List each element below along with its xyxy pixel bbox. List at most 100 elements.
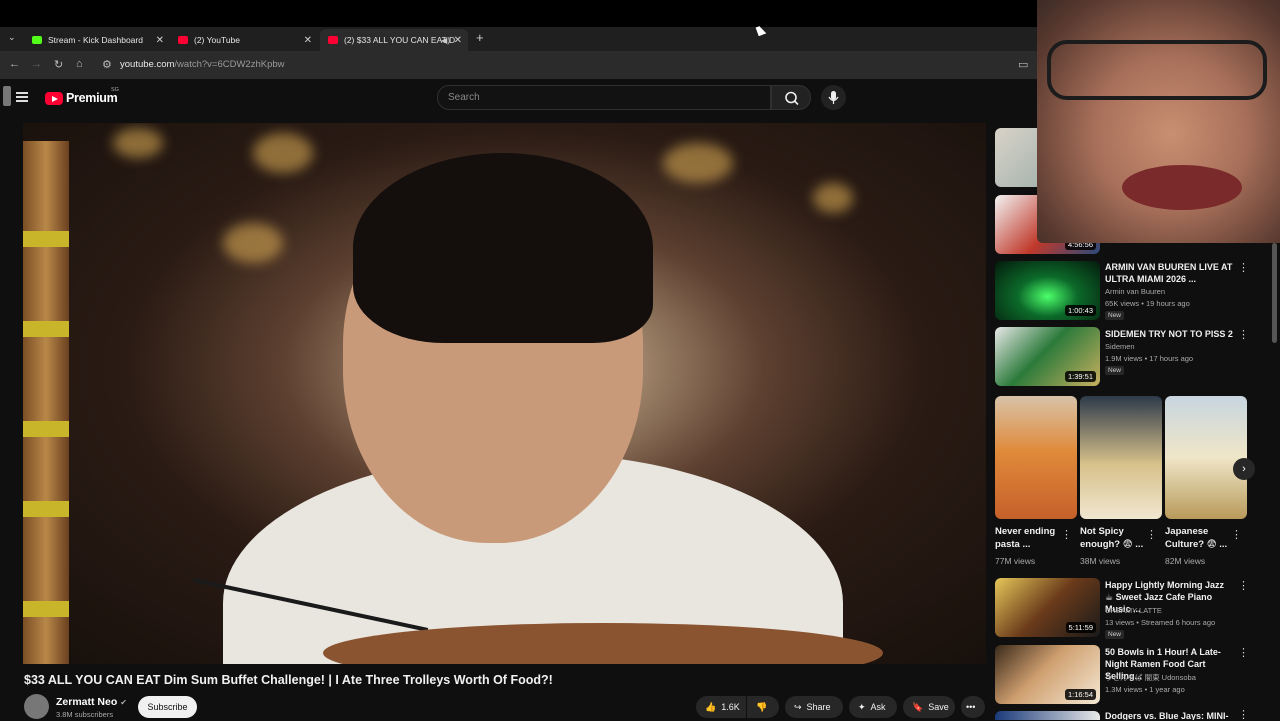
related-thumbnail[interactable]: 1:39:51 xyxy=(995,327,1100,386)
more-vertical-icon[interactable]: ⋮ xyxy=(1146,528,1157,541)
tab-search-chevron-icon[interactable]: ⌄ xyxy=(8,32,16,43)
menu-icon[interactable] xyxy=(16,92,28,102)
home-icon[interactable]: ⌂ xyxy=(76,58,83,70)
more-vertical-icon[interactable]: ⋮ xyxy=(1238,646,1249,659)
bokeh-light xyxy=(223,223,283,263)
thumbs-up-icon: 👍 xyxy=(705,701,717,712)
save-label: Save xyxy=(928,702,949,712)
related-thumbnail[interactable]: 5:11:59 xyxy=(995,578,1100,637)
related-thumbnail[interactable]: 1:16:54 xyxy=(995,645,1100,704)
close-tab-icon[interactable]: ✕ xyxy=(156,35,164,46)
channel-name-text: Zermatt Neo xyxy=(56,696,118,708)
short-thumbnail[interactable] xyxy=(995,396,1077,519)
video-duration: 5:11:59 xyxy=(1065,622,1096,633)
bamboo-steamer xyxy=(23,141,69,664)
more-vertical-icon[interactable]: ⋮ xyxy=(1231,528,1242,541)
tab-youtube-home[interactable]: (2) YouTube ✕ xyxy=(170,29,318,51)
tab-label: Stream - Kick Dashboard xyxy=(48,35,143,45)
related-meta: 1.3M views • 1 year ago xyxy=(1105,685,1185,694)
save-button[interactable]: 🔖 Save xyxy=(903,696,955,718)
more-vertical-icon[interactable]: ⋮ xyxy=(1061,528,1072,541)
more-vertical-icon[interactable]: ⋮ xyxy=(1238,708,1249,721)
like-count: 1.6K xyxy=(721,702,740,712)
youtube-favicon-icon xyxy=(178,36,188,44)
bokeh-light xyxy=(813,183,853,213)
short-title[interactable]: Never ending pasta ... xyxy=(995,525,1057,551)
url-path: /watch?v=6CDW2zhKpbw xyxy=(174,59,285,70)
new-badge: New xyxy=(1105,630,1125,639)
more-vertical-icon[interactable]: ⋮ xyxy=(1238,261,1249,274)
related-title[interactable]: Dodgers vs. Blue Jays: MINI- xyxy=(1105,710,1233,720)
close-tab-icon[interactable]: ✕ xyxy=(454,35,462,46)
bookmark-icon: 🔖 xyxy=(912,701,924,712)
thumbs-down-icon: 👎 xyxy=(756,701,768,712)
dislike-button[interactable]: 👎 xyxy=(747,696,779,718)
bokeh-light xyxy=(113,128,163,158)
related-channel[interactable]: CREAMY LATTE xyxy=(1105,605,1162,616)
install-app-icon[interactable]: ▭ xyxy=(1018,58,1028,71)
kick-favicon-icon xyxy=(32,36,42,44)
tab-label: (2) $33 ALL YOU CAN EAT D xyxy=(344,35,456,45)
short-thumbnail[interactable] xyxy=(1080,396,1162,519)
tab-kick-dashboard[interactable]: Stream - Kick Dashboard ✕ xyxy=(24,29,170,51)
short-views: 38M views xyxy=(1080,556,1121,566)
site-info-icon[interactable]: ⚙ xyxy=(102,58,112,71)
search-input[interactable]: Search xyxy=(437,85,771,110)
chevron-right-icon: › xyxy=(1242,463,1246,475)
new-badge: New xyxy=(1105,311,1125,320)
short-thumbnail[interactable] xyxy=(1165,396,1247,519)
youtube-favicon-icon xyxy=(328,36,338,44)
short-views: 82M views xyxy=(1165,556,1206,566)
country-code: SG xyxy=(111,87,119,93)
youtube-logo-text[interactable]: Premium xyxy=(66,91,118,105)
forward-icon[interactable]: → xyxy=(31,58,42,70)
related-channel[interactable]: Sidemen xyxy=(1105,341,1135,352)
side-panel-handle[interactable] xyxy=(3,86,11,106)
video-title: $33 ALL YOU CAN EAT Dim Sum Buffet Chall… xyxy=(24,673,553,687)
close-tab-icon[interactable]: ✕ xyxy=(304,35,312,46)
related-channel[interactable]: Armin van Buuren xyxy=(1105,286,1165,297)
streamer-glasses xyxy=(1047,40,1267,100)
related-thumbnail[interactable]: 1:00:43 xyxy=(995,261,1100,320)
voice-search-button[interactable] xyxy=(821,85,846,110)
more-horizontal-icon: ••• xyxy=(966,702,976,712)
video-duration: 1:00:43 xyxy=(1064,305,1096,316)
related-meta: 1.9M views • 17 hours ago xyxy=(1105,354,1194,363)
related-title[interactable]: SIDEMEN TRY NOT TO PISS 2 xyxy=(1105,328,1233,340)
bokeh-light xyxy=(663,143,733,183)
related-channel[interactable]: うどんそば 闇東 Udonsoba xyxy=(1105,672,1196,683)
more-vertical-icon[interactable]: ⋮ xyxy=(1238,579,1249,592)
more-actions-button[interactable]: ••• xyxy=(961,696,985,718)
ask-label: Ask xyxy=(870,702,886,712)
video-duration: 1:16:54 xyxy=(1064,689,1096,700)
webcam-overlay xyxy=(1037,0,1280,243)
subscribe-button[interactable]: Subscribe xyxy=(138,696,197,718)
speaker-icon[interactable]: ◀) xyxy=(441,36,450,45)
page-scrollbar[interactable] xyxy=(1272,243,1277,343)
new-tab-button[interactable]: + xyxy=(476,30,484,45)
new-badge: New xyxy=(1105,366,1125,375)
ask-button[interactable]: ✦ Ask xyxy=(849,696,897,718)
related-meta: 65K views • 19 hours ago xyxy=(1105,299,1190,308)
related-title[interactable]: ARMIN VAN BUUREN LIVE AT ULTRA MIAMI 202… xyxy=(1105,261,1233,285)
short-title[interactable]: Not Spicy enough? 😨 ... xyxy=(1080,525,1146,551)
search-button[interactable] xyxy=(771,85,811,110)
share-button[interactable]: ↪ Share xyxy=(785,696,843,718)
video-player[interactable] xyxy=(23,123,986,664)
channel-name[interactable]: Zermatt Neo ✔ xyxy=(56,696,127,708)
url-field[interactable]: youtube.com/watch?v=6CDW2zhKpbw xyxy=(120,59,285,70)
short-title[interactable]: Japanese Culture? 😨 ... xyxy=(1165,525,1231,551)
shorts-next-button[interactable]: › xyxy=(1233,458,1255,480)
tab-current-video[interactable]: (2) $33 ALL YOU CAN EAT D ◀) ✕ xyxy=(320,29,468,51)
back-icon[interactable]: ← xyxy=(9,58,20,70)
url-domain: youtube.com xyxy=(120,59,175,70)
reload-icon[interactable]: ↻ xyxy=(54,58,63,71)
tab-bar: ⌄ Stream - Kick Dashboard ✕ (2) YouTube … xyxy=(0,27,1040,51)
like-button[interactable]: 👍 1.6K xyxy=(696,696,746,718)
person-hair xyxy=(353,153,653,343)
channel-avatar[interactable] xyxy=(24,694,49,719)
youtube-logo-icon[interactable] xyxy=(45,92,63,105)
more-vertical-icon[interactable]: ⋮ xyxy=(1238,328,1249,341)
related-thumbnail[interactable] xyxy=(995,711,1100,720)
tab-label: (2) YouTube xyxy=(194,35,240,45)
